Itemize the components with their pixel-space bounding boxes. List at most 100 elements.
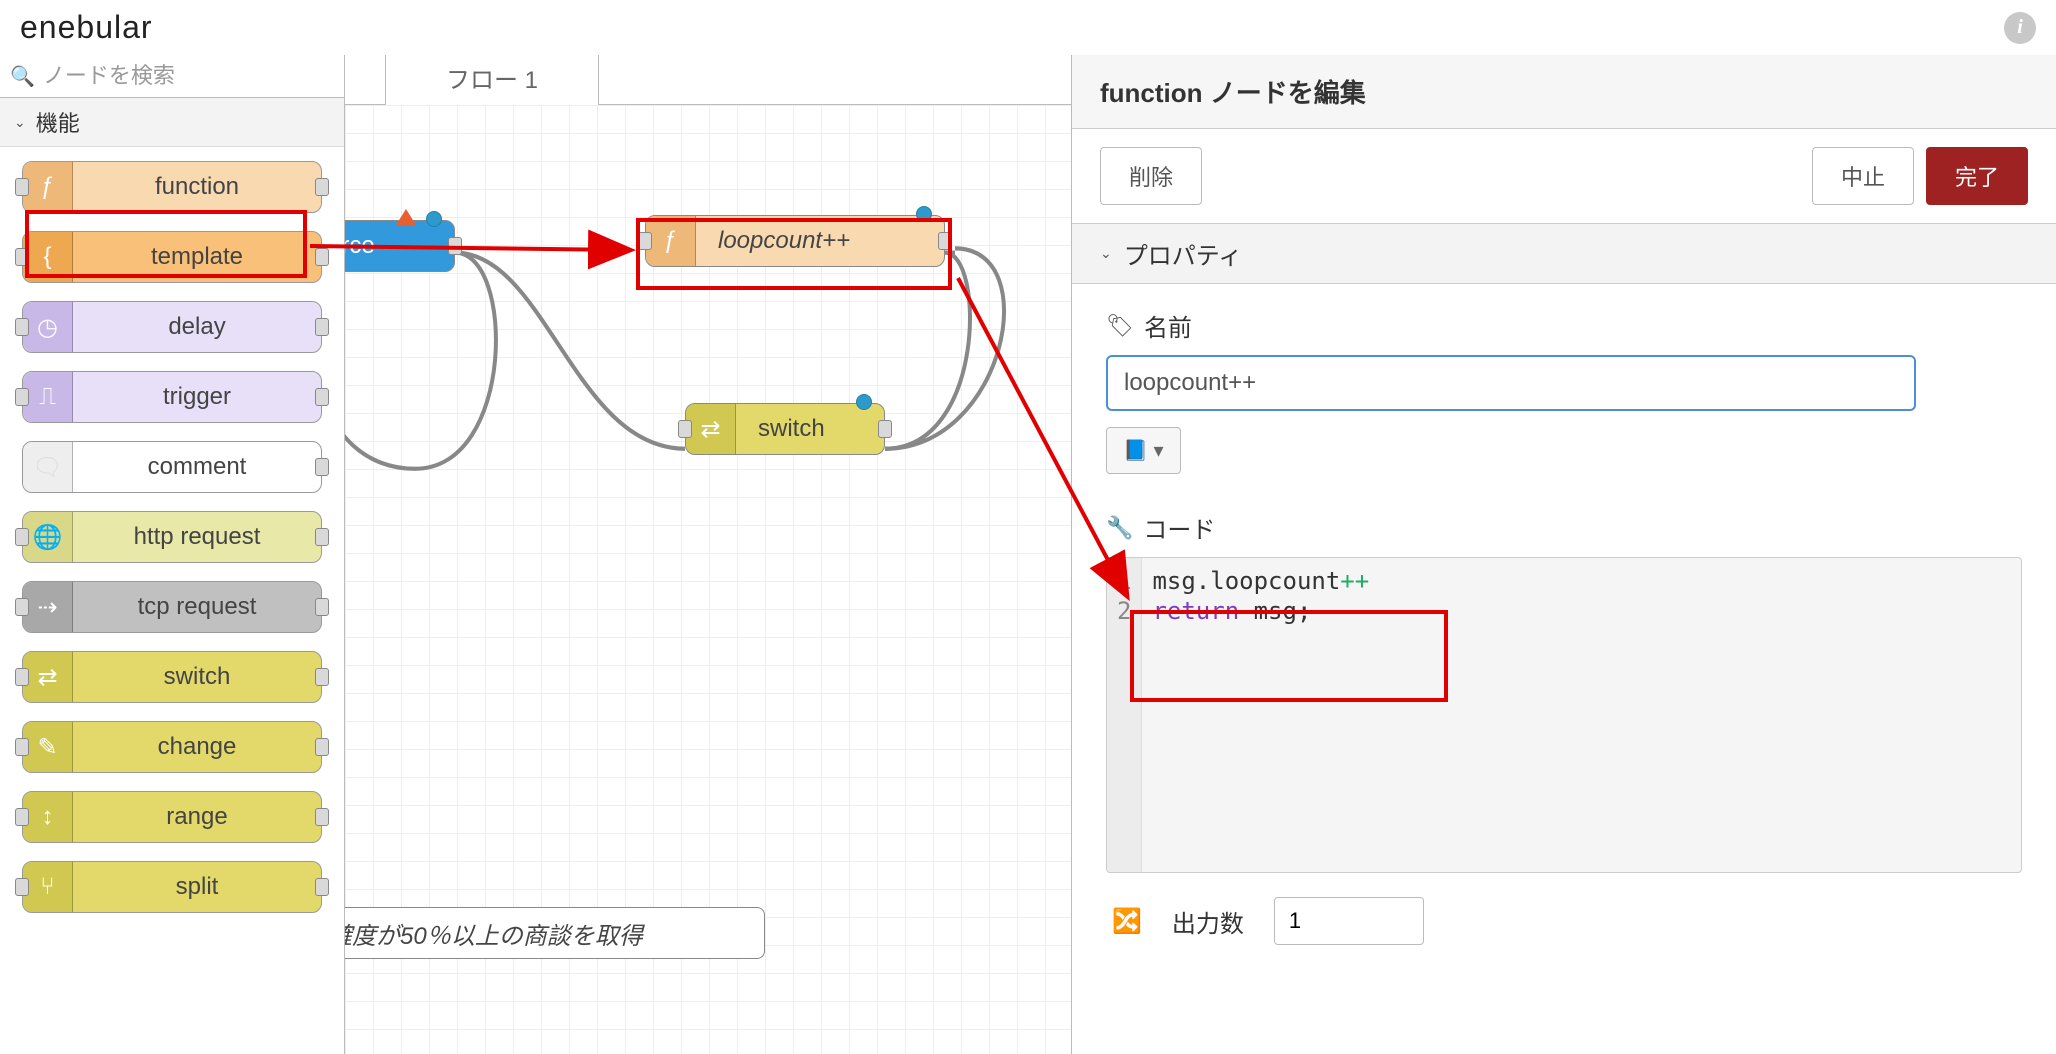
palette-node-label: template <box>73 243 321 271</box>
editor-section-header[interactable]: ⌄ プロパティ <box>1072 223 2056 284</box>
node-port-in[interactable] <box>678 420 692 438</box>
node-port-out[interactable] <box>448 237 462 255</box>
tab-flow1[interactable]: フロー 1 <box>385 55 599 105</box>
outputs-field: 🔀 出力数 <box>1106 897 2022 945</box>
node-port-in[interactable] <box>15 668 29 686</box>
app-logo: enebular <box>20 9 153 46</box>
code-gutter: 1 2 <box>1107 558 1142 872</box>
flow-node-label: loopcount++ <box>696 227 872 255</box>
node-port-out[interactable] <box>315 458 329 476</box>
comment-icon: 🗨 <box>23 442 73 492</box>
flow-canvas-wrap: フロー 1 orce ƒ loopcount++ <box>345 55 1071 1054</box>
node-port-in[interactable] <box>15 528 29 546</box>
outputs-input[interactable] <box>1274 897 1424 945</box>
palette-node-delay[interactable]: ◷delay <box>22 301 322 353</box>
palette-node-label: change <box>73 733 321 761</box>
flow-node-label: 確度が50％以上の商談を取得 <box>345 916 665 951</box>
name-input[interactable] <box>1106 355 1916 411</box>
node-port-out[interactable] <box>315 248 329 266</box>
search-input[interactable] <box>43 63 334 89</box>
palette-node-label: split <box>73 873 321 901</box>
flow-tabs: フロー 1 <box>345 55 1071 105</box>
node-port-in[interactable] <box>15 318 29 336</box>
palette-node-label: trigger <box>73 383 321 411</box>
name-field-label: 🏷 名前 <box>1106 308 2022 343</box>
node-port-in[interactable] <box>15 178 29 196</box>
changed-indicator-icon <box>856 394 872 410</box>
done-button[interactable]: 完了 <box>1926 147 2028 205</box>
code-editor[interactable]: 1 2 msg.loopcount++ return msg; <box>1106 557 2022 873</box>
node-port-out[interactable] <box>315 178 329 196</box>
node-port-out[interactable] <box>315 878 329 896</box>
palette-node-change[interactable]: ✎change <box>22 721 322 773</box>
node-port-out[interactable] <box>878 420 892 438</box>
node-port-out[interactable] <box>315 528 329 546</box>
palette-node-range[interactable]: ↕range <box>22 791 322 843</box>
flow-node-label: switch <box>736 415 847 443</box>
flow-node-orce[interactable]: orce <box>345 220 455 272</box>
code-content[interactable]: msg.loopcount++ return msg; <box>1142 558 2021 872</box>
switch-icon: ⇄ <box>686 404 736 454</box>
range-icon: ↕ <box>23 792 73 842</box>
changed-indicator-icon <box>916 206 932 222</box>
editor-toolbar: 削除 中止 完了 <box>1072 129 2056 223</box>
flow-node-label: orce <box>345 232 397 260</box>
outputs-label: 出力数 <box>1172 904 1244 939</box>
change-icon: ✎ <box>23 722 73 772</box>
caret-down-icon: ▾ <box>1153 438 1163 463</box>
palette-node-comment[interactable]: 🗨comment <box>22 441 322 493</box>
editor-section-label: プロパティ <box>1124 236 1243 271</box>
node-port-in[interactable] <box>15 598 29 616</box>
flow-node-loopcount[interactable]: ƒ loopcount++ <box>645 215 945 267</box>
node-port-in[interactable] <box>15 388 29 406</box>
node-palette: 🔍 ⌄ 機能 ƒfunction {template ◷delay ⎍trigger 🗨… <box>0 55 345 1054</box>
editor-title: function ノードを編集 <box>1072 55 2056 129</box>
http-icon: 🌐 <box>23 512 73 562</box>
palette-node-label: range <box>73 803 321 831</box>
palette-node-tcp[interactable]: ⇢tcp request <box>22 581 322 633</box>
node-port-out[interactable] <box>315 388 329 406</box>
library-button[interactable]: 📘 ▾ <box>1106 427 1181 474</box>
book-icon: 📘 <box>1123 438 1148 463</box>
node-port-out[interactable] <box>938 232 952 250</box>
node-port-in[interactable] <box>638 232 652 250</box>
palette-node-trigger[interactable]: ⎍trigger <box>22 371 322 423</box>
delete-button[interactable]: 削除 <box>1100 147 1202 205</box>
palette-node-http[interactable]: 🌐http request <box>22 511 322 563</box>
flow-node-switch[interactable]: ⇄ switch <box>685 403 885 455</box>
node-port-in[interactable] <box>15 808 29 826</box>
palette-node-template[interactable]: {template <box>22 231 322 283</box>
palette-node-split[interactable]: ⑂split <box>22 861 322 913</box>
function-icon: ƒ <box>646 216 696 266</box>
palette-category-header[interactable]: ⌄ 機能 <box>0 98 344 147</box>
info-icon[interactable]: i <box>2004 12 2036 44</box>
palette-node-function[interactable]: ƒfunction <box>22 161 322 213</box>
node-port-in[interactable] <box>15 878 29 896</box>
changed-indicator-icon <box>426 211 442 227</box>
node-port-out[interactable] <box>315 668 329 686</box>
delay-icon: ◷ <box>23 302 73 352</box>
palette-node-label: comment <box>73 453 321 481</box>
flow-canvas[interactable]: orce ƒ loopcount++ ⇄ switch <box>345 105 1071 1054</box>
split-icon: ⑂ <box>23 862 73 912</box>
chevron-down-icon: ⌄ <box>1100 245 1112 262</box>
editor-panel: function ノードを編集 削除 中止 完了 ⌄ プロパティ 🏷 名前 <box>1071 55 2056 1054</box>
chevron-down-icon: ⌄ <box>14 114 26 131</box>
cancel-button[interactable]: 中止 <box>1812 147 1914 205</box>
palette-node-label: delay <box>73 313 321 341</box>
node-port-in[interactable] <box>15 248 29 266</box>
node-port-out[interactable] <box>315 318 329 336</box>
palette-node-label: function <box>73 173 321 201</box>
flow-node-comment[interactable]: 確度が50％以上の商談を取得 <box>345 907 765 959</box>
node-port-out[interactable] <box>315 598 329 616</box>
tag-icon: 🏷 <box>1106 313 1134 339</box>
wrench-icon: 🔧 <box>1106 515 1133 541</box>
switch-icon: ⇄ <box>23 652 73 702</box>
palette-node-label: http request <box>73 523 321 551</box>
palette-node-switch[interactable]: ⇄switch <box>22 651 322 703</box>
node-port-out[interactable] <box>315 738 329 756</box>
node-port-out[interactable] <box>315 808 329 826</box>
node-port-in[interactable] <box>15 738 29 756</box>
tcp-icon: ⇢ <box>23 582 73 632</box>
palette-search[interactable]: 🔍 <box>0 55 344 98</box>
